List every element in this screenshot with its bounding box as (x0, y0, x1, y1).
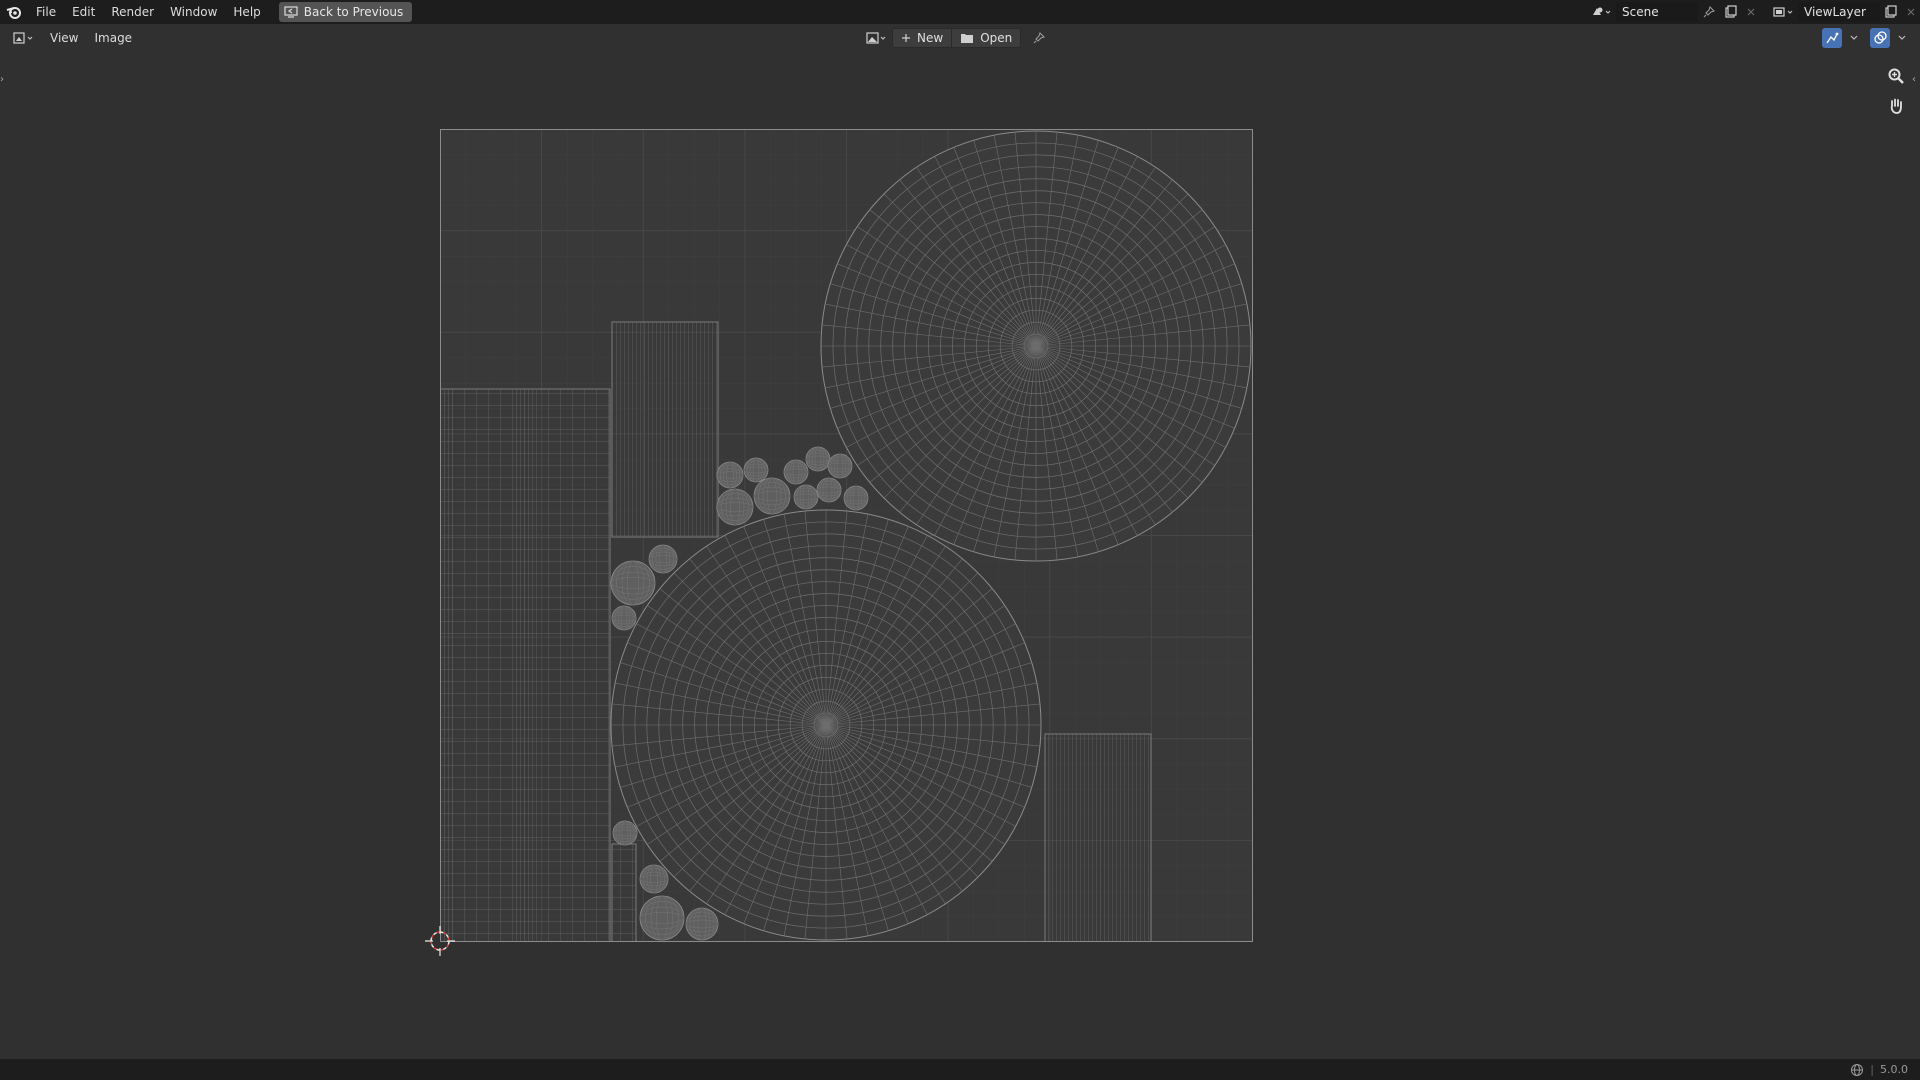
uv-island-sphere[interactable] (843, 485, 869, 511)
uv-island-sphere[interactable] (716, 461, 744, 489)
uv-island-sphere[interactable] (753, 477, 791, 515)
globe-icon (1851, 1063, 1864, 1076)
uv-island-sphere[interactable] (716, 488, 754, 526)
back-to-previous-button[interactable]: Back to Previous (278, 2, 413, 22)
overlays-chevron-icon[interactable] (1896, 28, 1908, 48)
open-image-button[interactable]: Open (952, 28, 1022, 48)
pan-hand-icon[interactable] (1884, 94, 1908, 118)
menu-image[interactable]: Image (86, 26, 140, 50)
viewlayer-icon[interactable] (1768, 2, 1798, 22)
new-image-label: New (917, 31, 944, 45)
uv-island-sphere[interactable] (612, 820, 638, 846)
menu-file[interactable]: File (28, 0, 64, 24)
uv-layout-canvas[interactable] (440, 129, 1253, 942)
status-divider: | (1870, 1063, 1874, 1076)
uv-editor-viewport[interactable]: › ‹ (0, 52, 1920, 1059)
uv-island-middle-strip[interactable] (611, 321, 719, 538)
editor-header: View Image New Open (0, 24, 1920, 52)
uv-island-right-strip[interactable] (1044, 733, 1152, 942)
uv-island-sphere[interactable] (685, 907, 719, 941)
uv-island-sphere[interactable] (639, 895, 685, 941)
uv-island-disk-top[interactable] (820, 130, 1252, 562)
uv-island-sphere[interactable] (611, 605, 637, 631)
plus-icon (902, 34, 910, 42)
sidebar-expand-icon[interactable]: ‹ (1912, 74, 1920, 88)
version-label: 5.0.0 (1880, 1063, 1908, 1076)
delete-viewlayer-icon[interactable] (1902, 2, 1920, 22)
new-image-button[interactable]: New (892, 28, 953, 48)
blender-logo-icon[interactable] (0, 0, 28, 24)
pin-image-icon[interactable] (1025, 28, 1053, 48)
chevron-down-icon[interactable] (1848, 28, 1860, 48)
navigation-gizmos (1884, 64, 1908, 118)
uv-island-sphere[interactable] (743, 457, 769, 483)
menu-edit[interactable]: Edit (64, 0, 103, 24)
uv-island-sphere[interactable] (639, 864, 669, 894)
back-to-previous-label: Back to Previous (303, 5, 404, 19)
image-browse-icon[interactable] (864, 28, 892, 48)
uv-island-sphere[interactable] (827, 453, 853, 479)
menu-view[interactable]: View (42, 26, 86, 50)
viewlayer-name-field[interactable]: ViewLayer (1798, 2, 1880, 22)
new-viewlayer-icon[interactable] (1880, 2, 1902, 22)
back-screen-icon (284, 6, 298, 18)
uv-island-sphere[interactable] (610, 560, 656, 606)
new-scene-icon[interactable] (1720, 2, 1742, 22)
uv-island-sphere[interactable] (805, 446, 831, 472)
menu-window[interactable]: Window (162, 0, 225, 24)
2d-cursor-icon[interactable] (424, 925, 456, 957)
uv-island-small-strip[interactable] (611, 843, 637, 942)
editor-type-icon[interactable] (8, 28, 38, 48)
scene-icon[interactable] (1586, 2, 1616, 22)
menu-help[interactable]: Help (225, 0, 268, 24)
uv-island-disk-bottom[interactable] (610, 509, 1042, 941)
folder-icon (961, 34, 974, 43)
viewlayer-selector[interactable]: ViewLayer (1768, 2, 1920, 22)
uv-island-left-strip[interactable] (440, 388, 611, 942)
top-bar: File Edit Render Window Help Back to Pre… (0, 0, 1920, 24)
uv-island-sphere[interactable] (793, 484, 819, 510)
pin-scene-icon[interactable] (1698, 2, 1720, 22)
scene-selector[interactable]: Scene (1586, 2, 1760, 22)
scene-name-field[interactable]: Scene (1616, 2, 1698, 22)
uv-sync-selection-icon[interactable] (1822, 28, 1842, 48)
uv-island-sphere[interactable] (783, 459, 809, 485)
delete-scene-icon[interactable] (1742, 2, 1760, 22)
zoom-icon[interactable] (1884, 64, 1908, 88)
menu-render[interactable]: Render (103, 0, 162, 24)
overlays-icon[interactable] (1870, 28, 1890, 48)
uv-island-sphere[interactable] (648, 544, 678, 574)
open-image-label: Open (980, 31, 1013, 45)
toolbar-expand-icon[interactable]: › (0, 74, 8, 88)
status-bar: | 5.0.0 (0, 1059, 1920, 1080)
uv-island-sphere[interactable] (816, 477, 842, 503)
